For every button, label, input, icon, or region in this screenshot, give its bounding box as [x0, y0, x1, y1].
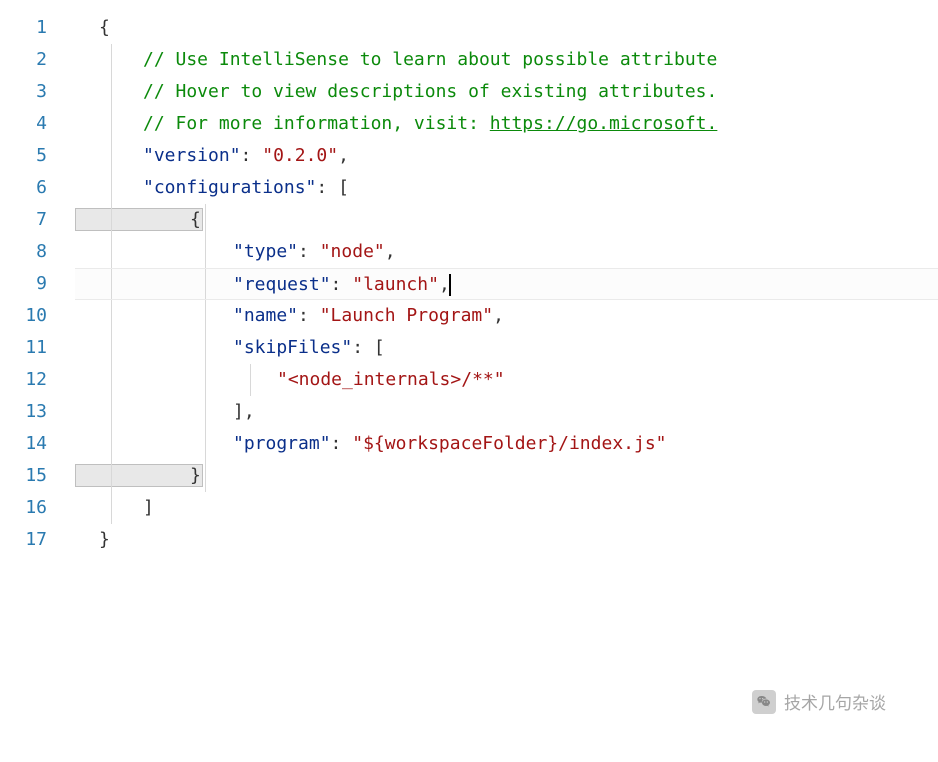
json-string: "<node_internals>/**" [75, 369, 505, 390]
code-line[interactable]: "name": "Launch Program", [75, 300, 938, 332]
code-line[interactable]: ] [75, 492, 938, 524]
watermark: 技术几句杂谈 [752, 689, 886, 714]
line-number: 14 [0, 428, 47, 460]
line-number: 10 [0, 300, 47, 332]
bracket-close: ] [75, 497, 154, 518]
brace-close: } [75, 464, 203, 487]
line-number: 6 [0, 172, 47, 204]
code-line[interactable]: } [75, 524, 938, 556]
line-number: 2 [0, 44, 47, 76]
code-line[interactable]: // Hover to view descriptions of existin… [75, 76, 938, 108]
brace-close: } [75, 529, 110, 550]
json-key: "type" [75, 241, 298, 262]
code-line[interactable]: "version": "0.2.0", [75, 140, 938, 172]
code-line[interactable]: // Use IntelliSense to learn about possi… [75, 44, 938, 76]
json-string: "node" [320, 241, 385, 262]
code-line-active[interactable]: "request": "launch", [75, 268, 938, 300]
comment-text: // Use IntelliSense to learn about possi… [75, 49, 717, 70]
code-line[interactable]: "<node_internals>/**" [75, 364, 938, 396]
json-string: "launch" [352, 274, 439, 295]
bracket-open: [ [374, 337, 385, 358]
code-line[interactable]: "configurations": [ [75, 172, 938, 204]
line-number: 13 [0, 396, 47, 428]
json-key: "request" [75, 274, 331, 295]
line-number: 5 [0, 140, 47, 172]
code-line[interactable]: "type": "node", [75, 236, 938, 268]
line-number: 8 [0, 236, 47, 268]
json-key: "program" [75, 433, 331, 454]
line-number: 1 [0, 12, 47, 44]
code-line[interactable]: "program": "${workspaceFolder}/index.js" [75, 428, 938, 460]
json-string: "${workspaceFolder}/index.js" [352, 433, 666, 454]
line-number: 17 [0, 524, 47, 556]
bracket-open: [ [338, 177, 349, 198]
json-string: "Launch Program" [320, 305, 493, 326]
code-line[interactable]: { [75, 204, 938, 236]
comment-link[interactable]: https://go.microsoft. [490, 113, 718, 134]
brace-open: { [75, 17, 110, 38]
code-line[interactable]: { [75, 12, 938, 44]
line-number: 15 [0, 460, 47, 492]
comment-text: // Hover to view descriptions of existin… [75, 81, 717, 102]
brace-open: { [75, 208, 203, 231]
json-key: "skipFiles" [75, 337, 352, 358]
wechat-icon [752, 690, 776, 714]
code-content[interactable]: { // Use IntelliSense to learn about pos… [75, 0, 938, 762]
code-line[interactable]: } [75, 460, 938, 492]
line-gutter: 1 2 3 4 5 6 7 8 9 10 11 12 13 14 15 16 1… [0, 0, 75, 762]
code-line[interactable]: ], [75, 396, 938, 428]
line-number: 3 [0, 76, 47, 108]
json-key: "name" [75, 305, 298, 326]
json-string: "0.2.0" [262, 145, 338, 166]
code-line[interactable]: // For more information, visit: https://… [75, 108, 938, 140]
code-editor[interactable]: 1 2 3 4 5 6 7 8 9 10 11 12 13 14 15 16 1… [0, 0, 938, 762]
line-number: 4 [0, 108, 47, 140]
cursor-icon [449, 274, 451, 296]
watermark-text: 技术几句杂谈 [784, 689, 886, 714]
json-key: "version" [75, 145, 241, 166]
comment-text: // For more information, visit: [75, 113, 490, 134]
code-line[interactable]: "skipFiles": [ [75, 332, 938, 364]
line-number: 11 [0, 332, 47, 364]
line-number: 7 [0, 204, 47, 236]
line-number: 9 [0, 268, 47, 300]
bracket-close: ] [75, 401, 244, 422]
line-number: 12 [0, 364, 47, 396]
line-number: 16 [0, 492, 47, 524]
